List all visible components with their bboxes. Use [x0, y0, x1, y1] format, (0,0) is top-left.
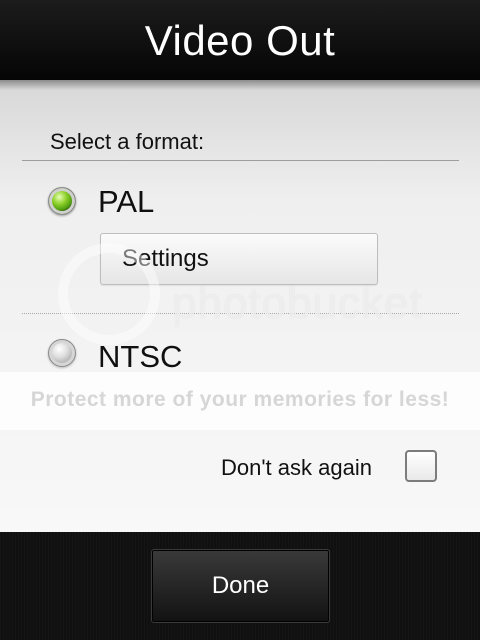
- page-title: Video Out: [144, 17, 336, 64]
- title-bar-shadow: [0, 80, 480, 90]
- dont-ask-again-label[interactable]: Don't ask again: [221, 455, 372, 481]
- radio-pal[interactable]: [48, 187, 76, 215]
- radio-ntsc[interactable]: [48, 339, 76, 367]
- section-divider: [22, 160, 459, 161]
- dont-ask-again-checkbox[interactable]: [405, 450, 437, 482]
- format-section-label: Select a format:: [50, 129, 205, 154]
- option-divider: [22, 313, 459, 314]
- settings-button[interactable]: Settings: [100, 233, 378, 285]
- title-bar: Video Out: [0, 0, 480, 80]
- done-button[interactable]: Done: [151, 549, 330, 623]
- option-label-pal[interactable]: PAL: [98, 184, 154, 220]
- option-label-ntsc[interactable]: NTSC: [98, 339, 182, 375]
